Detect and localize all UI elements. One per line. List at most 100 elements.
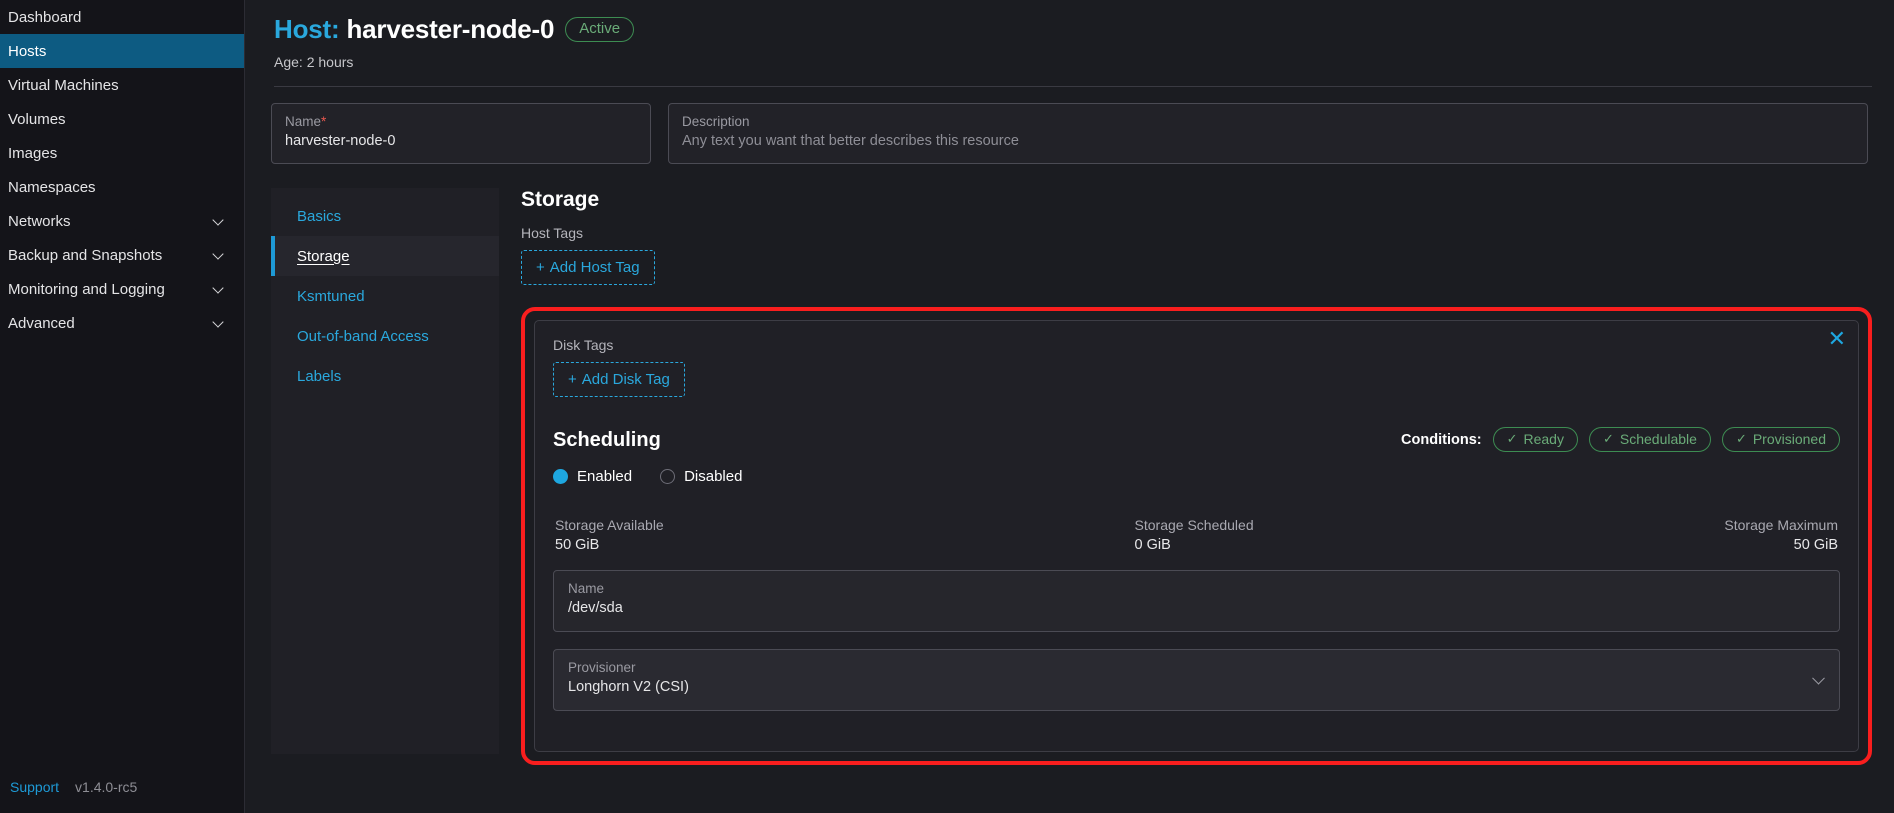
main-content: Host: harvester-node-0 Active Age: 2 hou… bbox=[245, 0, 1894, 813]
stat-value: 0 GiB bbox=[1135, 537, 1254, 553]
chevron-down-icon bbox=[214, 215, 226, 227]
condition-label: Ready bbox=[1524, 431, 1564, 447]
sidebar-item-virtual-machines[interactable]: Virtual Machines bbox=[0, 68, 244, 102]
check-icon: ✓ bbox=[1603, 431, 1614, 447]
stat-label: Storage Maximum bbox=[1724, 517, 1838, 533]
chevron-down-icon bbox=[214, 317, 226, 329]
sidebar-item-label: Images bbox=[8, 145, 57, 162]
sidebar-footer: Support v1.4.0-rc5 bbox=[0, 761, 244, 813]
app-root: Dashboard Hosts Virtual Machines Volumes… bbox=[0, 0, 1894, 813]
header-divider bbox=[274, 86, 1872, 87]
required-marker: * bbox=[321, 114, 326, 129]
stat-value: 50 GiB bbox=[555, 537, 664, 553]
disk-tags-label: Disk Tags bbox=[553, 337, 1840, 353]
sidebar-item-advanced[interactable]: Advanced bbox=[0, 306, 244, 340]
radio-enabled[interactable]: Enabled bbox=[553, 468, 632, 485]
name-field-value: harvester-node-0 bbox=[285, 133, 637, 149]
sidebar-item-label: Backup and Snapshots bbox=[8, 247, 162, 264]
stat-storage-scheduled: Storage Scheduled 0 GiB bbox=[1135, 517, 1254, 553]
sidebar-item-label: Volumes bbox=[8, 111, 66, 128]
sidebar-item-volumes[interactable]: Volumes bbox=[0, 102, 244, 136]
stat-storage-maximum: Storage Maximum 50 GiB bbox=[1724, 517, 1838, 553]
name-field-label-text: Name bbox=[285, 114, 321, 129]
tab-basics[interactable]: Basics bbox=[271, 196, 499, 236]
sidebar-item-label: Virtual Machines bbox=[8, 77, 119, 94]
body-row: Basics Storage Ksmtuned Out-of-band Acce… bbox=[267, 188, 1872, 765]
sidebar: Dashboard Hosts Virtual Machines Volumes… bbox=[0, 0, 245, 813]
sidebar-item-networks[interactable]: Networks bbox=[0, 204, 244, 238]
chevron-down-icon bbox=[214, 283, 226, 295]
condition-badge-provisioned: ✓ Provisioned bbox=[1722, 427, 1840, 452]
tab-rail: Basics Storage Ksmtuned Out-of-band Acce… bbox=[271, 188, 499, 754]
plus-icon: + bbox=[536, 259, 545, 276]
tab-label: Storage bbox=[297, 248, 350, 265]
sidebar-item-label: Advanced bbox=[8, 315, 75, 332]
tab-label: Labels bbox=[297, 368, 341, 385]
plus-icon: + bbox=[568, 371, 577, 388]
support-link[interactable]: Support bbox=[10, 779, 59, 795]
provisioner-label: Provisioner bbox=[568, 660, 1825, 675]
condition-label: Provisioned bbox=[1753, 431, 1826, 447]
scheduling-radio-group: Enabled Disabled bbox=[553, 468, 1840, 485]
disk-card: ✕ Disk Tags + Add Disk Tag Scheduling Co… bbox=[534, 320, 1859, 752]
disk-name-label: Name bbox=[568, 581, 1825, 596]
conditions-label: Conditions: bbox=[1401, 432, 1482, 448]
primary-fields-row: Name* harvester-node-0 Description Any t… bbox=[267, 103, 1872, 164]
sidebar-item-namespaces[interactable]: Namespaces bbox=[0, 170, 244, 204]
storage-stats-row: Storage Available 50 GiB Storage Schedul… bbox=[553, 517, 1840, 553]
description-field-placeholder: Any text you want that better describes … bbox=[682, 133, 1854, 149]
sidebar-item-backup-and-snapshots[interactable]: Backup and Snapshots bbox=[0, 238, 244, 272]
sidebar-item-hosts[interactable]: Hosts bbox=[0, 34, 244, 68]
add-host-tag-button[interactable]: + Add Host Tag bbox=[521, 250, 655, 285]
radio-disabled[interactable]: Disabled bbox=[660, 468, 742, 485]
stat-label: Storage Scheduled bbox=[1135, 517, 1254, 533]
scheduling-header-row: Scheduling Conditions: ✓ Ready ✓ Schedul… bbox=[553, 427, 1840, 452]
sidebar-item-monitoring-and-logging[interactable]: Monitoring and Logging bbox=[0, 272, 244, 306]
description-field[interactable]: Description Any text you want that bette… bbox=[668, 103, 1868, 164]
check-icon: ✓ bbox=[1507, 431, 1518, 447]
sidebar-item-label: Hosts bbox=[8, 43, 46, 60]
chevron-down-icon bbox=[214, 249, 226, 261]
page-title-prefix: Host: bbox=[274, 14, 339, 44]
tab-out-of-band-access[interactable]: Out-of-band Access bbox=[271, 316, 499, 356]
disk-name-field[interactable]: Name /dev/sda bbox=[553, 570, 1840, 632]
condition-label: Schedulable bbox=[1620, 431, 1697, 447]
tab-label: Out-of-band Access bbox=[297, 328, 429, 345]
stat-storage-available: Storage Available 50 GiB bbox=[555, 517, 664, 553]
age-label: Age: 2 hours bbox=[274, 54, 1872, 70]
sidebar-item-images[interactable]: Images bbox=[0, 136, 244, 170]
sidebar-item-dashboard[interactable]: Dashboard bbox=[0, 0, 244, 34]
radio-dot-icon bbox=[660, 469, 675, 484]
tab-label: Ksmtuned bbox=[297, 288, 365, 305]
stat-label: Storage Available bbox=[555, 517, 664, 533]
tab-label: Basics bbox=[297, 208, 341, 225]
tab-ksmtuned[interactable]: Ksmtuned bbox=[271, 276, 499, 316]
page-title-text: Host: harvester-node-0 bbox=[274, 14, 554, 45]
disk-name-value: /dev/sda bbox=[568, 600, 1825, 616]
name-field-label: Name* bbox=[285, 114, 637, 129]
provisioner-select[interactable]: Provisioner Longhorn V2 (CSI) bbox=[553, 649, 1840, 711]
condition-badge-schedulable: ✓ Schedulable bbox=[1589, 427, 1711, 452]
section-title: Storage bbox=[521, 188, 1872, 212]
check-icon: ✓ bbox=[1736, 431, 1747, 447]
tab-storage[interactable]: Storage bbox=[271, 236, 499, 276]
tab-labels[interactable]: Labels bbox=[271, 356, 499, 396]
sidebar-item-label: Networks bbox=[8, 213, 71, 230]
sidebar-item-label: Namespaces bbox=[8, 179, 96, 196]
radio-label: Enabled bbox=[577, 468, 632, 485]
radio-label: Disabled bbox=[684, 468, 742, 485]
add-disk-tag-button[interactable]: + Add Disk Tag bbox=[553, 362, 685, 397]
storage-panel: Storage Host Tags + Add Host Tag ✕ Disk … bbox=[499, 188, 1872, 765]
version-label: v1.4.0-rc5 bbox=[75, 779, 137, 795]
sidebar-item-label: Dashboard bbox=[8, 9, 81, 26]
radio-dot-icon bbox=[553, 469, 568, 484]
sidebar-item-label: Monitoring and Logging bbox=[8, 281, 165, 298]
conditions-group: Conditions: ✓ Ready ✓ Schedulable bbox=[1401, 427, 1840, 452]
description-field-label: Description bbox=[682, 114, 1854, 129]
name-field[interactable]: Name* harvester-node-0 bbox=[271, 103, 651, 164]
disk-highlight-frame: ✕ Disk Tags + Add Disk Tag Scheduling Co… bbox=[521, 307, 1872, 765]
stat-value: 50 GiB bbox=[1724, 537, 1838, 553]
close-icon[interactable]: ✕ bbox=[1828, 328, 1846, 350]
condition-badge-ready: ✓ Ready bbox=[1493, 427, 1578, 452]
add-host-tag-label: Add Host Tag bbox=[550, 259, 640, 276]
